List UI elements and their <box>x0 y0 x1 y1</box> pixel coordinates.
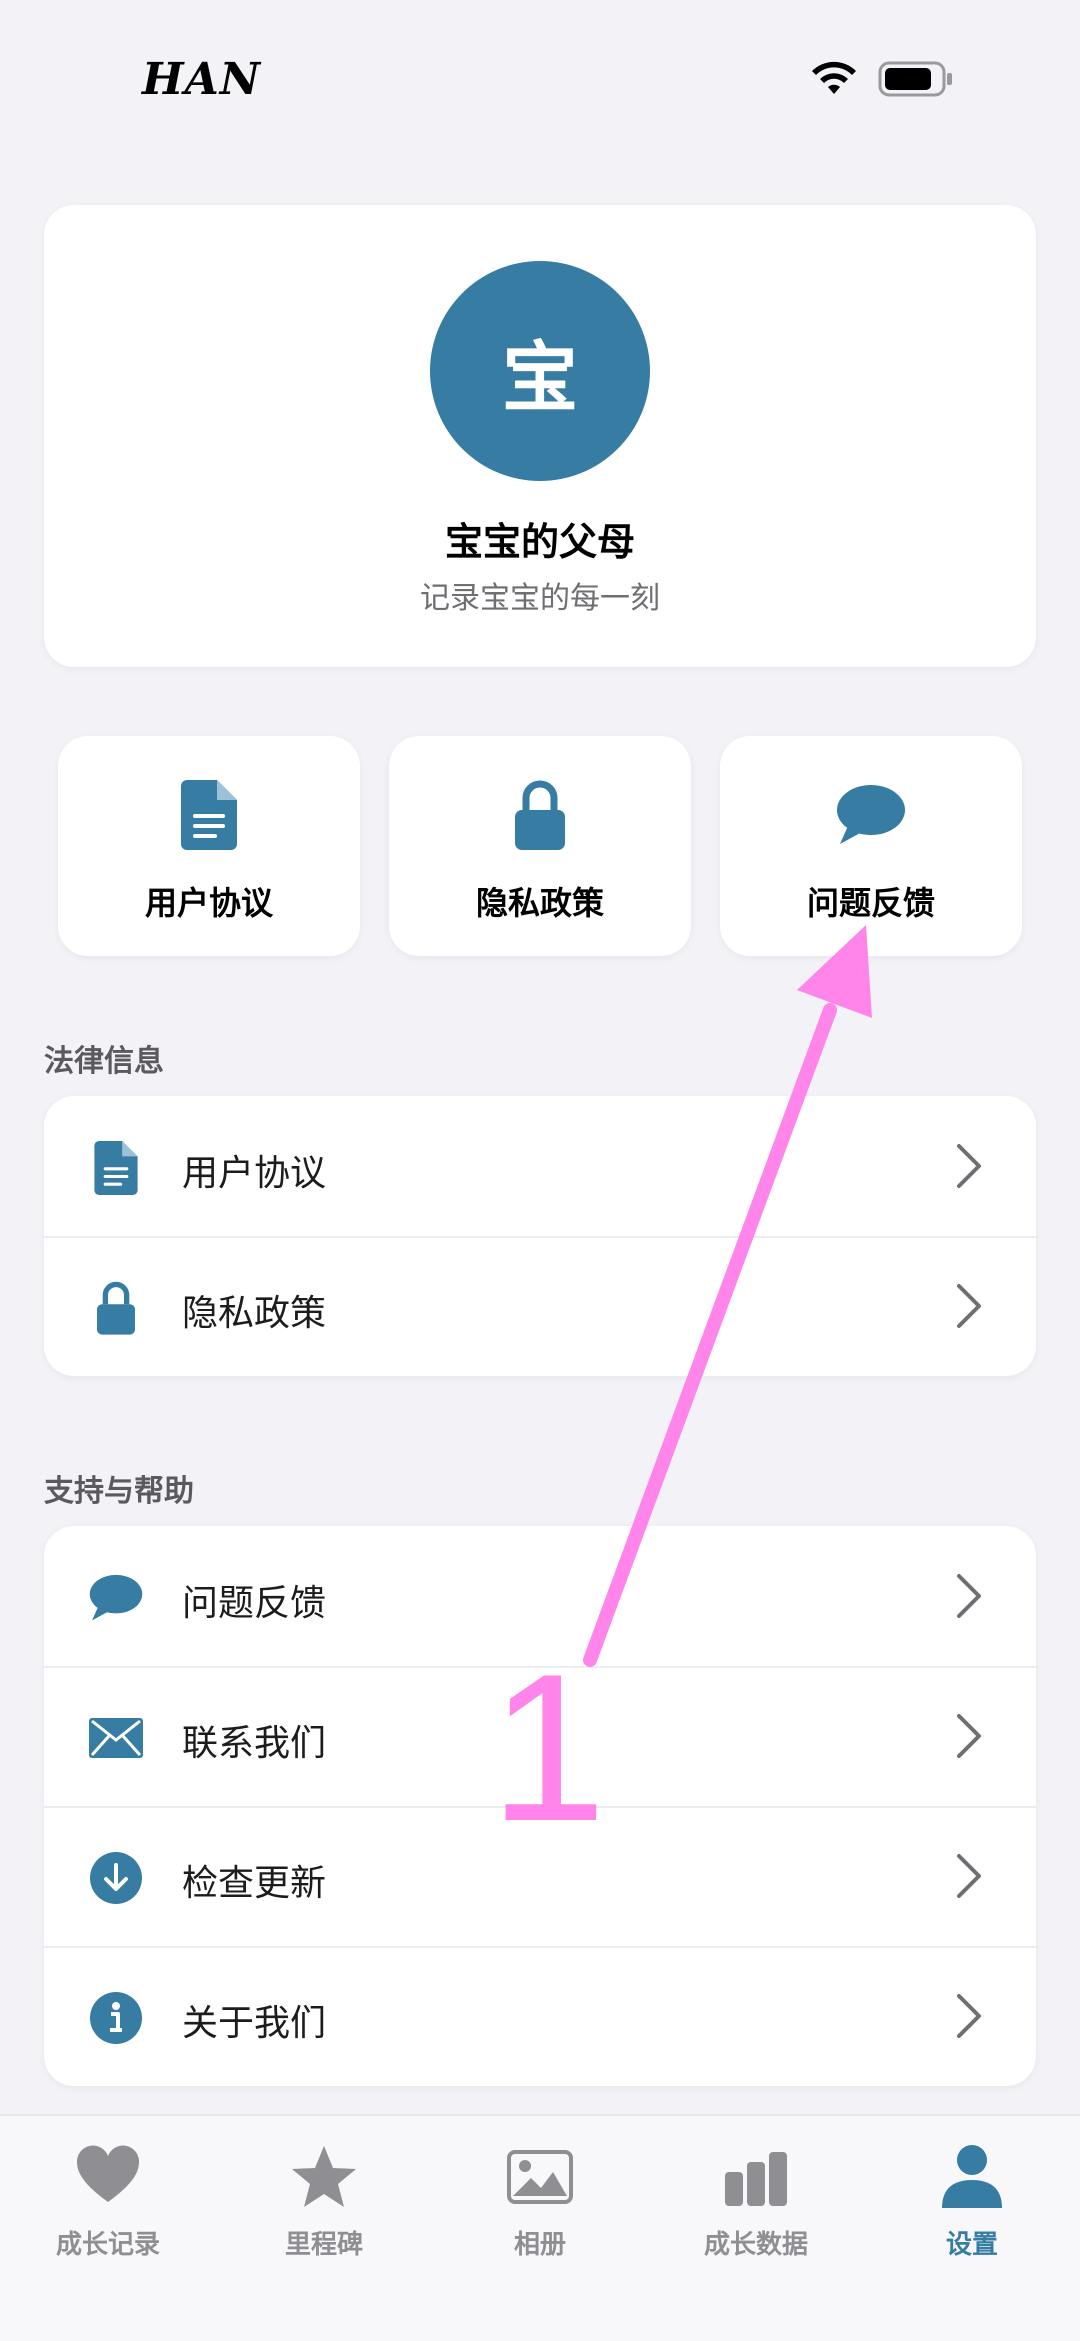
profile-subtitle: 记录宝宝的每一刻 <box>420 581 660 616</box>
battery-icon <box>878 61 952 97</box>
list-item-label: 检查更新 <box>182 1863 327 1904</box>
list-item-feedback[interactable]: 问题反馈 <box>44 1526 1036 1666</box>
tab-settings[interactable]: 设置 <box>864 2136 1080 2266</box>
star-icon <box>292 2146 356 2207</box>
lock-icon <box>97 1281 135 1335</box>
tab-label: 成长数据 <box>703 2230 808 2260</box>
heart-icon <box>76 2145 140 2202</box>
lock-icon <box>515 780 565 850</box>
list-item-contact-us[interactable]: 联系我们 <box>44 1666 1036 1806</box>
status-bar: HAN <box>0 0 1080 150</box>
carrier-label: HAN <box>142 54 261 105</box>
chat-bubble-icon <box>89 1574 143 1621</box>
wifi-icon <box>812 61 856 94</box>
list-item-label: 联系我们 <box>182 1723 327 1764</box>
list-item-label: 关于我们 <box>182 2003 327 2044</box>
list-item-label: 用户协议 <box>182 1153 327 1194</box>
quick-action-feedback[interactable]: 问题反馈 <box>720 736 1022 956</box>
download-icon <box>90 1852 142 1904</box>
section-title-support: 支持与帮助 <box>44 1474 194 1509</box>
chevron-right-icon <box>957 1144 981 1188</box>
profile-name: 宝宝的父母 <box>444 520 635 564</box>
info-icon <box>90 1992 142 2044</box>
profile-card[interactable]: 宝 宝宝的父母 记录宝宝的每一刻 <box>44 205 1036 667</box>
list-item-user-agreement[interactable]: 用户协议 <box>44 1096 1036 1236</box>
legal-list: 用户协议 隐私政策 <box>44 1096 1036 1376</box>
quick-action-privacy-policy[interactable]: 隐私政策 <box>389 736 691 956</box>
quick-action-user-agreement[interactable]: 用户协议 <box>58 736 360 956</box>
quick-action-label: 问题反馈 <box>806 884 935 922</box>
tab-label: 成长记录 <box>55 2230 160 2260</box>
tab-bar: 成长记录 里程碑 相册 成长数据 设置 <box>0 2114 1080 2341</box>
tab-album[interactable]: 相册 <box>432 2136 648 2266</box>
list-item-label: 问题反馈 <box>182 1583 327 1624</box>
chevron-right-icon <box>957 1994 981 2038</box>
tab-label: 里程碑 <box>284 2230 363 2260</box>
document-icon <box>94 1141 138 1195</box>
support-list: 问题反馈 联系我们 检查更新 关于我们 <box>44 1526 1036 2086</box>
chevron-right-icon <box>957 1574 981 1618</box>
person-icon <box>942 2145 1002 2208</box>
chat-bubble-icon <box>837 785 905 844</box>
tab-growth-data[interactable]: 成长数据 <box>648 2136 864 2266</box>
list-item-privacy-policy[interactable]: 隐私政策 <box>44 1236 1036 1376</box>
envelope-icon <box>89 1718 143 1758</box>
chevron-right-icon <box>957 1714 981 1758</box>
avatar: 宝 <box>430 261 650 481</box>
photo-icon <box>507 2150 573 2204</box>
list-item-check-update[interactable]: 检查更新 <box>44 1806 1036 1946</box>
list-item-about-us[interactable]: 关于我们 <box>44 1946 1036 2086</box>
chevron-right-icon <box>957 1854 981 1898</box>
bar-chart-icon <box>725 2152 787 2206</box>
quick-action-label: 用户协议 <box>144 884 273 922</box>
settings-screen: HAN 宝 宝宝的父母 记录宝宝的每一刻 用户协议 隐私政策 问题反馈 法律信息… <box>0 0 1080 2341</box>
section-title-legal: 法律信息 <box>44 1044 164 1079</box>
quick-action-label: 隐私政策 <box>475 884 604 922</box>
tab-growth-records[interactable]: 成长记录 <box>0 2136 216 2266</box>
chevron-right-icon <box>957 1284 981 1328</box>
tab-label: 相册 <box>513 2230 566 2260</box>
document-icon <box>181 780 237 850</box>
tab-milestones[interactable]: 里程碑 <box>216 2136 432 2266</box>
list-item-label: 隐私政策 <box>182 1293 327 1334</box>
tab-label: 设置 <box>945 2230 998 2260</box>
